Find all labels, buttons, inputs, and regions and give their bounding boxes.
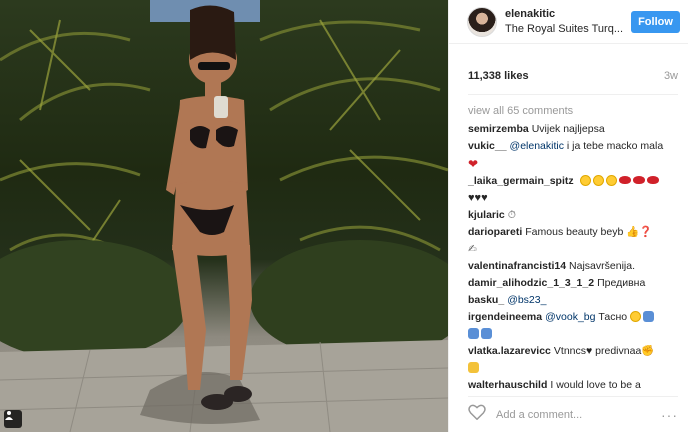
- comment: semirzemba Uvijek najljepsa: [468, 121, 668, 138]
- comment: vlatka.lazarevicc Vtnncs♥ predivnaa✊: [468, 343, 668, 377]
- comment-footer: Add a comment... ···: [468, 396, 678, 432]
- comment-username[interactable]: dariopareti: [468, 226, 522, 238]
- comment: irgendeineema @vook_bg Тасно: [468, 309, 668, 343]
- question-mark-icon: ❓: [639, 226, 653, 238]
- person-icon: [468, 328, 479, 339]
- sad-face-icon: [630, 311, 641, 322]
- black-heart-icon: ♥: [586, 345, 593, 357]
- comment-username[interactable]: vlatka.lazarevicc: [468, 345, 551, 357]
- comment-text: Предивна: [597, 277, 646, 289]
- post-header: elenakitic The Royal Suites Turq... Foll…: [449, 0, 688, 44]
- red-heart-icon: ❤: [468, 157, 479, 171]
- heart-eyes-face-icon: [579, 175, 591, 186]
- add-comment-input[interactable]: Add a comment...: [496, 409, 661, 421]
- heart-eyes-face-icon: [592, 175, 604, 186]
- likes-row: 11,338 likes 3w: [449, 58, 688, 94]
- thumbs-up-icon: 👍: [626, 226, 640, 238]
- kiss-lips-icon: [618, 176, 631, 184]
- comment-username[interactable]: kjularic: [468, 209, 505, 221]
- header-location[interactable]: The Royal Suites Turq...: [505, 22, 625, 37]
- photo-illustration: [0, 0, 448, 432]
- comment-username[interactable]: walterhauschild: [468, 379, 547, 391]
- post-photo[interactable]: [0, 0, 448, 432]
- comment-text: Najsavršenija.: [569, 260, 635, 272]
- person-icon: [481, 328, 492, 339]
- comments-list: view all 65 comments semirzemba Uvijek na…: [468, 94, 678, 394]
- comment: damir_alihodzic_1_3_1_2 Предивна: [468, 275, 668, 292]
- person-icon: [643, 311, 654, 322]
- header-username[interactable]: elenakitic: [505, 7, 625, 22]
- comment-text: Famous beauty beyb: [525, 226, 624, 238]
- kiss-lips-icon: [632, 176, 645, 184]
- stopwatch-icon: ⏱: [507, 209, 516, 221]
- comment: basku_ @bs23_: [468, 292, 668, 309]
- comment: _laika_germain_spitz ♥♥♥: [468, 173, 668, 207]
- comment-username[interactable]: vukic__: [468, 140, 507, 152]
- comment-username[interactable]: damir_alihodzic_1_3_1_2: [468, 277, 594, 289]
- comment: valentinafrancisti14 Najsavršenija.: [468, 258, 668, 275]
- comment: kjularic ⏱: [468, 207, 668, 224]
- heart-outline-icon[interactable]: [468, 404, 486, 425]
- comment-mention[interactable]: @bs23_: [507, 294, 546, 306]
- post-age[interactable]: 3w: [664, 70, 678, 82]
- more-options-icon[interactable]: ···: [661, 407, 678, 423]
- comment: walterhauschild I would love to be a: [468, 377, 668, 394]
- comment-mention[interactable]: @vook_bg: [545, 311, 595, 323]
- comment-text: Vtnncs: [553, 345, 587, 357]
- heart-eyes-face-icon: [605, 175, 617, 186]
- black-heart-icon: ♥: [481, 192, 488, 204]
- header-text: elenakitic The Royal Suites Turq...: [505, 7, 625, 37]
- comment-text: i ja tebe macko mala: [566, 140, 664, 152]
- person-yellow-icon: [468, 362, 479, 373]
- comment: vukic__ @elenakitic i ja tebe macko mala …: [468, 138, 668, 173]
- hand-writing-icon: ✍: [468, 243, 477, 255]
- comment-mention[interactable]: @elenakitic: [510, 140, 564, 152]
- post-side-panel: elenakitic The Royal Suites Turq... Foll…: [448, 0, 688, 432]
- follow-button[interactable]: Follow: [631, 10, 680, 33]
- comment-username[interactable]: irgendeineema: [468, 311, 542, 323]
- comment-text-2: predivnaa: [595, 345, 642, 357]
- comment-text: I would love to be a: [550, 379, 641, 391]
- view-all-comments-link[interactable]: view all 65 comments: [468, 103, 668, 120]
- likes-count[interactable]: 11,338 likes: [468, 70, 529, 82]
- kiss-lips-icon: [646, 176, 659, 184]
- user-tag-icon[interactable]: [4, 410, 22, 428]
- avatar[interactable]: [467, 6, 497, 37]
- comment-username[interactable]: valentinafrancisti14: [468, 260, 566, 272]
- comment: dariopareti Famous beauty beyb 👍❓ ✍: [468, 224, 668, 258]
- flexed-arm-icon: ✊: [641, 345, 655, 357]
- comment-username[interactable]: _laika_germain_spitz: [468, 175, 574, 187]
- comment-text: Uvijek najljepsa: [531, 123, 605, 135]
- comment-username[interactable]: semirzemba: [468, 123, 529, 135]
- comment-text: Тасно: [598, 311, 628, 323]
- comment-username[interactable]: basku_: [468, 294, 504, 306]
